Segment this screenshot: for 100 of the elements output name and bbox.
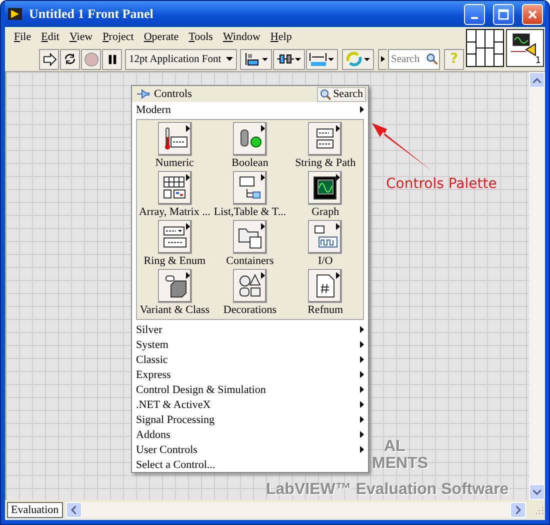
submenu-arrow-icon (360, 416, 364, 423)
minimize-button[interactable] (464, 4, 485, 24)
connector-pane-icon (466, 29, 504, 67)
palette-category[interactable]: Control Design & Simulation (132, 382, 368, 397)
watermark-text: AL (384, 438, 406, 456)
triangle-icon (381, 56, 385, 62)
palette-tile-label: Refnum (308, 303, 344, 318)
palette-tile-button[interactable] (308, 122, 342, 156)
submenu-arrow-icon (260, 223, 265, 230)
submenu-arrow-icon (360, 326, 364, 333)
submenu-arrow-icon (260, 125, 265, 132)
scroll-up-button[interactable] (529, 72, 545, 88)
menu-item[interactable]: Window (218, 31, 266, 43)
submenu-arrow-icon (186, 174, 190, 181)
menu-item[interactable]: Operate (138, 31, 184, 43)
run-button[interactable] (39, 48, 59, 70)
palette-tile-label: Graph (312, 205, 340, 220)
palette-tile-label: Containers (226, 254, 274, 269)
palette-category[interactable]: Signal Processing (132, 412, 368, 427)
submenu-arrow-icon (360, 106, 364, 113)
submenu-arrow-icon (260, 272, 265, 279)
palette-tile-label: Array, Matrix ... (138, 205, 210, 220)
palette-category[interactable]: Express (132, 367, 368, 382)
font-dropdown[interactable]: 12pt Application Font (125, 48, 237, 70)
align-objects-button[interactable] (240, 48, 272, 70)
watermark-text: LabVIEW™ Evaluation Software (266, 481, 509, 499)
submenu-arrow-icon (360, 446, 364, 453)
palette-category[interactable]: System (132, 337, 368, 352)
menu-item[interactable]: Edit (36, 31, 64, 43)
maximize-icon (498, 8, 509, 20)
submenu-arrow-icon (360, 341, 364, 348)
menu-item[interactable]: File (9, 31, 36, 43)
scroll-right-button[interactable] (510, 502, 526, 518)
submenu-arrow-icon (336, 272, 340, 279)
palette-tile-button[interactable] (232, 122, 267, 156)
watermark-text: MENTS (372, 455, 428, 473)
palette-tile-button[interactable] (158, 171, 192, 205)
vertical-scrollbar[interactable] (529, 72, 545, 500)
palette-tile-button[interactable] (308, 171, 342, 205)
scroll-down-button[interactable] (529, 484, 545, 500)
close-button[interactable] (522, 4, 543, 24)
palette-tile-button[interactable] (232, 269, 267, 303)
horizontal-scrollbar[interactable] (66, 502, 526, 518)
search-icon (426, 52, 438, 64)
palette-category[interactable]: Classic (132, 352, 368, 367)
palette-tile-label: Numeric (155, 156, 194, 171)
menu-item[interactable]: Project (98, 31, 139, 43)
submenu-arrow-icon (360, 386, 364, 393)
menu-item[interactable]: View (64, 31, 98, 43)
close-icon (527, 8, 538, 20)
submenu-arrow-icon (360, 371, 364, 378)
search-options-button[interactable] (378, 48, 387, 70)
palette-tile-button[interactable] (232, 171, 267, 205)
submenu-arrow-icon (336, 125, 340, 132)
distribute-objects-button[interactable] (273, 48, 305, 70)
chevron-up-icon (533, 78, 541, 82)
search-icon (320, 88, 332, 100)
search-field[interactable]: Search (388, 48, 440, 70)
palette-tile-button[interactable] (158, 220, 192, 254)
submenu-arrow-icon (360, 356, 364, 363)
palette-tile-button[interactable] (232, 220, 267, 254)
window-title: Untitled 1 Front Panel (29, 6, 154, 22)
palette-tile-button[interactable] (308, 220, 342, 254)
palette-category[interactable]: User Controls (132, 442, 368, 457)
palette-category[interactable]: Select a Control... (132, 457, 368, 472)
palette-category[interactable]: .NET & ActiveX (132, 397, 368, 412)
status-label: Evaluation (7, 502, 63, 518)
palette-tile-button[interactable] (158, 269, 192, 303)
palette-tile-label: Ring & Enum (144, 254, 206, 269)
palette-category[interactable]: Silver (132, 322, 368, 337)
palette-title: Controls (154, 88, 192, 100)
vi-number: 1 (535, 56, 541, 66)
submenu-arrow-icon (360, 431, 364, 438)
palette-tile-button[interactable] (308, 269, 342, 303)
pin-icon[interactable] (136, 88, 150, 100)
palette-category[interactable]: Modern (132, 102, 368, 117)
palette-tile-button[interactable] (158, 122, 192, 156)
run-continuously-button[interactable] (60, 48, 80, 70)
menu-item[interactable]: Help (265, 31, 297, 43)
submenu-arrow-icon (186, 272, 190, 279)
menu-item[interactable]: Tools (184, 31, 218, 43)
palette-search-button[interactable]: Search (317, 86, 366, 102)
arrow-icon (42, 52, 56, 66)
pause-button[interactable] (102, 48, 122, 70)
submenu-arrow-icon (260, 174, 265, 181)
caret-icon (226, 57, 233, 61)
submenu-arrow-icon (336, 223, 340, 230)
palette-tile-label: I/O (318, 254, 333, 269)
submenu-arrow-icon (186, 125, 190, 132)
app-icon (7, 6, 23, 22)
scroll-left-button[interactable] (66, 502, 82, 518)
minimize-icon (471, 17, 478, 19)
graph-icon (311, 174, 340, 202)
cycle-arrows-icon (63, 52, 77, 66)
palette-category[interactable]: Addons (132, 427, 368, 442)
pause-icon (106, 54, 118, 64)
submenu-arrow-icon (336, 174, 340, 181)
maximize-button[interactable] (493, 4, 514, 24)
resize-objects-button[interactable] (306, 48, 338, 70)
chevron-right-icon (516, 506, 520, 514)
